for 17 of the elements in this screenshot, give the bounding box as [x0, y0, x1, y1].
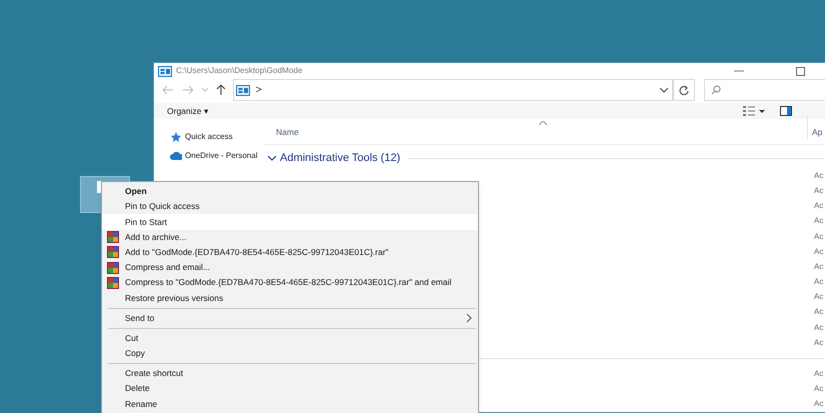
table-cell: Ac — [814, 184, 824, 197]
breadcrumb-separator: > — [255, 82, 262, 98]
table-cell: Ac — [814, 336, 824, 349]
table-cell: Ac — [814, 306, 824, 318]
table-cell: Ac — [814, 276, 824, 288]
table-cell: Ac — [814, 322, 824, 334]
table-cell: Ac — [814, 368, 824, 380]
table-cell: Ac — [814, 246, 824, 258]
table-cell: Ac — [814, 291, 824, 304]
table-cell: Ac — [814, 383, 824, 396]
table-cell: Ac — [814, 215, 824, 228]
table-cell: Ac — [814, 398, 824, 410]
table-cell: Ac — [814, 170, 824, 182]
table-cell: Ac — [814, 260, 824, 273]
window-title: C:\Users\Jason\Desktop\GodMode — [176, 64, 303, 77]
table-cell: Ac — [814, 230, 824, 243]
table-cell: Ac — [814, 200, 824, 212]
